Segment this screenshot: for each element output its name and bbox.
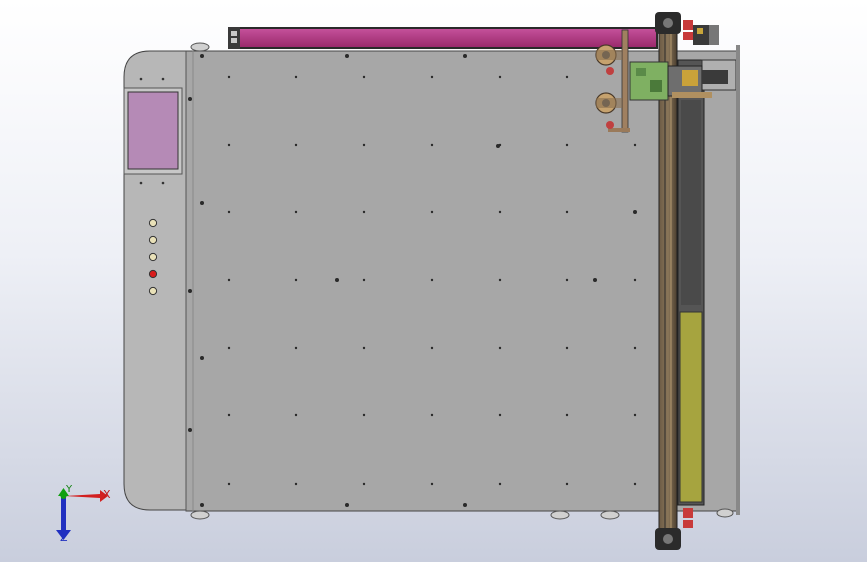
indicator-light bbox=[148, 269, 158, 279]
axis-triad: X Y Z bbox=[56, 484, 111, 544]
machine-drawing: X Y Z bbox=[56, 12, 740, 550]
table-surface bbox=[185, 50, 739, 512]
indicator-light bbox=[148, 286, 158, 296]
axis-y-label: Y bbox=[65, 484, 73, 495]
indicator-light bbox=[148, 252, 158, 262]
indicator-light bbox=[148, 235, 158, 245]
axis-x-label: X bbox=[103, 488, 111, 501]
cad-viewport: X Y Z bbox=[0, 0, 867, 562]
control-screen bbox=[123, 87, 183, 175]
indicator-light bbox=[148, 218, 158, 228]
axis-z-label: Z bbox=[60, 531, 68, 544]
top-rail bbox=[228, 27, 658, 49]
